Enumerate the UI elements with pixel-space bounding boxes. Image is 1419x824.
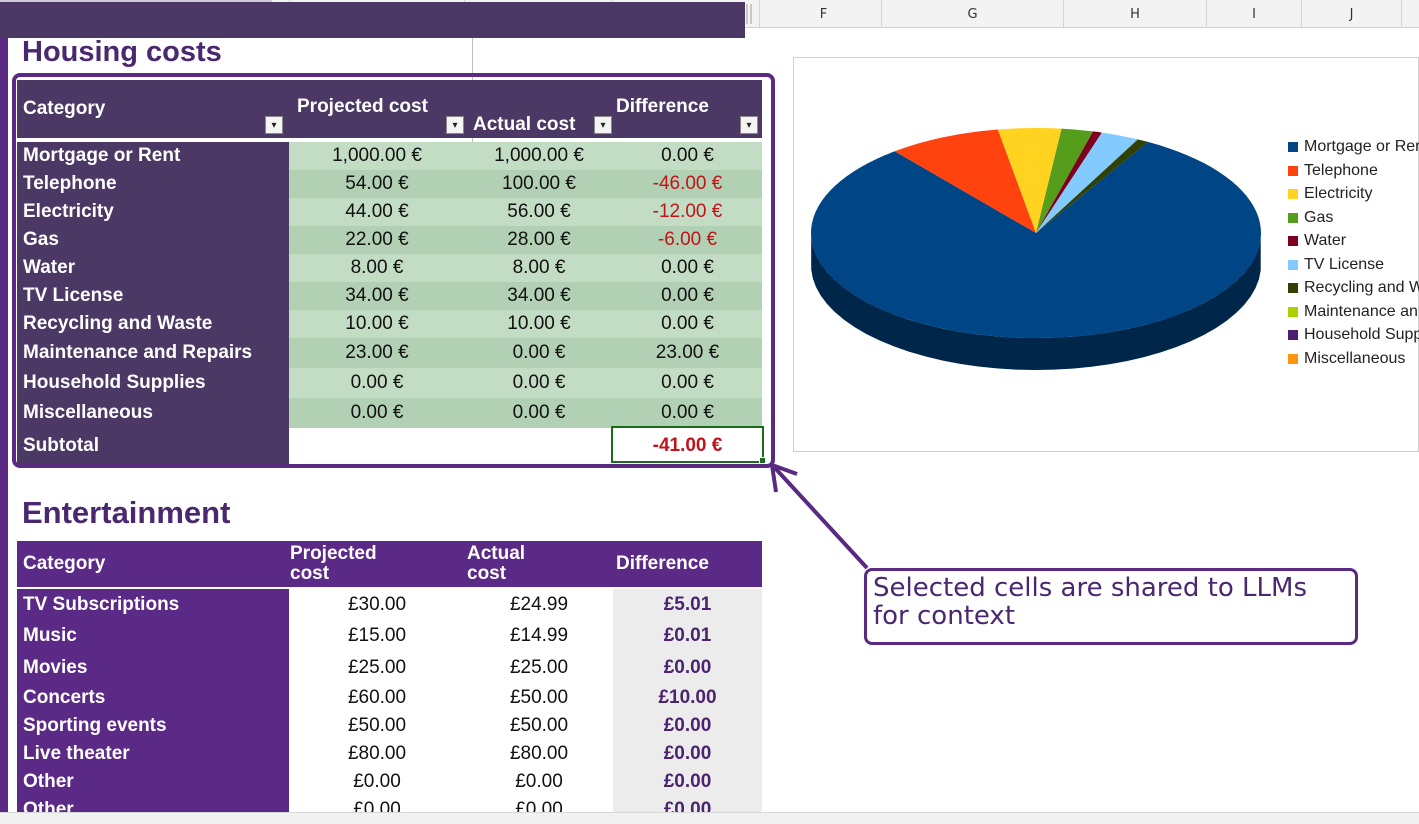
legend-label: Water [1304,232,1347,249]
legend-label: Miscellaneous [1304,349,1406,367]
ent-row-difference[interactable]: £0.00 [613,768,762,796]
bottom-bar [0,812,1419,824]
ent-row-projected[interactable]: £80.00 [289,740,465,768]
callout-box: Selected cells are shared to LLMs for co… [864,568,1358,645]
legend-swatch [1288,330,1298,340]
legend-item: Water [1288,232,1346,250]
legend-swatch [1288,212,1298,223]
legend-swatch [1288,189,1298,199]
legend-swatch [1288,142,1298,152]
ent-row-actual[interactable]: £50.00 [465,712,613,740]
ent-header-projected[interactable]: Projected cost [290,541,440,587]
ent-row-actual[interactable]: £0.00 [465,768,613,796]
ent-row-category[interactable]: Sporting events [17,712,289,740]
ent-row-actual[interactable]: £50.00 [465,684,613,712]
legend-item: Household Supp [1288,326,1419,344]
callout-line-1: Selected cells are shared to LLMs [873,573,1307,603]
legend-item: Recycling and W [1288,279,1419,297]
legend-label: Telephone [1304,161,1378,179]
ent-header-category[interactable]: Category [23,541,223,587]
ent-row-difference[interactable]: £0.00 [613,652,762,684]
legend-swatch [1288,165,1298,176]
ent-row-projected[interactable]: £30.00 [289,589,465,620]
legend-label: Mortgage or Rer [1304,138,1419,155]
ent-header-line: Projected [290,543,377,564]
ent-row-projected[interactable]: £15.00 [289,620,465,652]
legend-item: Miscellaneous [1288,350,1405,368]
legend-label: Gas [1304,208,1334,226]
legend-item: Telephone [1288,162,1378,180]
ent-row-category[interactable]: Music [17,620,289,652]
ent-row-actual[interactable]: £80.00 [465,740,613,768]
ent-row-projected[interactable]: £25.00 [289,652,465,684]
ent-header-difference[interactable]: Difference [616,541,756,587]
ent-row-category[interactable]: Movies [17,652,289,684]
ent-header-line: Actual [467,543,526,564]
ent-row-difference[interactable]: £0.00 [613,740,762,768]
selection-highlight-frame [12,73,775,468]
legend-swatch [1288,236,1298,246]
ent-row-actual[interactable]: £25.00 [465,652,613,684]
ent-row-difference[interactable]: £0.00 [613,712,762,740]
legend-item: Gas [1288,209,1333,227]
legend-label: Household Supp [1304,326,1419,343]
column-header-7[interactable]: I [1207,0,1302,28]
ent-row-category[interactable]: TV Subscriptions [17,589,289,620]
column-header-8[interactable]: J [1302,0,1402,28]
ent-header-line: cost [290,563,330,584]
active-cell-cursor[interactable] [611,426,764,463]
column-header-6[interactable]: H [1064,0,1207,28]
subtotal-row [0,2,745,38]
frozen-column-separator[interactable] [746,4,752,24]
ent-row-projected[interactable]: £60.00 [289,684,465,712]
legend-swatch [1288,283,1298,293]
pie-chart[interactable]: Mortgage or Rer Telephone Electricity Gas Wa… [793,57,1419,452]
column-header-5[interactable]: G [882,0,1064,28]
legend-swatch [1288,353,1298,364]
housing-title: Housing costs [22,36,222,68]
housing-costs-table: Category Projected cost Actual cost Differe… [0,0,762,464]
callout-line-2: for context [873,601,1016,631]
ent-row-category[interactable]: Live theater [17,740,289,768]
legend-swatch [1288,306,1298,317]
legend-item: TV License [1288,256,1384,274]
ent-row-projected[interactable]: £50.00 [289,712,465,740]
legend-swatch [1288,259,1298,270]
ent-row-difference[interactable]: £0.01 [613,620,762,652]
legend-label: Electricity [1304,185,1373,202]
legend-label: Maintenance an [1304,302,1418,320]
legend-item: Mortgage or Rer [1288,138,1419,156]
window-frame-left [0,0,8,824]
legend-label: TV License [1304,255,1385,273]
ent-row-difference[interactable]: £5.01 [613,589,762,620]
ent-header-actual[interactable]: Actual cost [467,541,617,587]
legend-item: Electricity [1288,185,1372,203]
ent-row-actual[interactable]: £14.99 [465,620,613,652]
ent-row-category[interactable]: Concerts [17,684,289,712]
ent-row-projected[interactable]: £0.00 [289,768,465,796]
fill-handle[interactable] [759,457,766,464]
legend-label: Recycling and W [1304,279,1419,296]
ent-row-actual[interactable]: £24.99 [465,589,613,620]
ent-header-line: cost [467,563,507,584]
legend-item: Maintenance an [1288,303,1418,321]
column-header-4[interactable]: F [766,0,882,28]
ent-row-difference[interactable]: £10.00 [613,684,762,712]
ent-row-category[interactable]: Other [17,768,289,796]
entertainment-title: Entertainment [22,495,231,530]
